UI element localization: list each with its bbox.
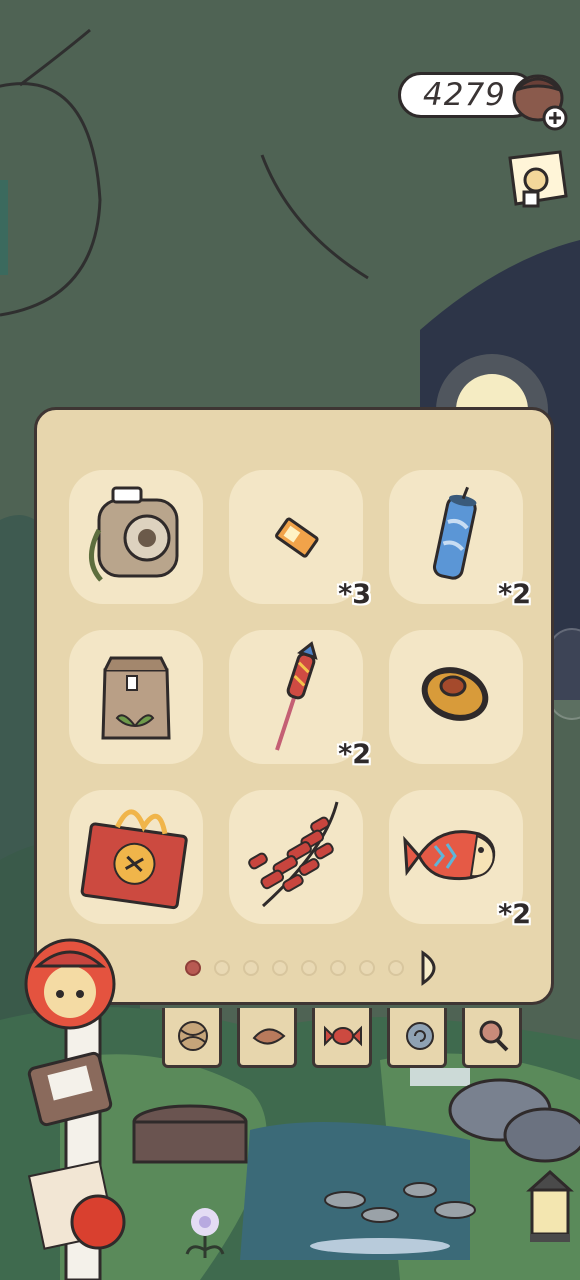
tab-leaf[interactable]: [237, 1008, 297, 1068]
straw-hat-icon: [421, 667, 489, 721]
page-dot-8[interactable]: [388, 960, 404, 976]
inventory-slot-camera[interactable]: [69, 470, 203, 604]
acorn-icon[interactable]: [508, 62, 572, 132]
item-quantity: *3: [338, 579, 371, 610]
item-quantity: *2: [498, 899, 531, 930]
paper-bag-icon: [101, 656, 171, 740]
game-scene: 4279 *3 *2 *2 *2: [0, 0, 580, 1280]
page-dot-5[interactable]: [301, 960, 317, 976]
page-dot-7[interactable]: [359, 960, 375, 976]
item-quantity: *2: [338, 739, 371, 770]
gift-bag-icon: [80, 809, 188, 910]
instant-camera-icon: [89, 486, 179, 582]
yarn-icon: [178, 1021, 208, 1051]
photo-album-icon[interactable]: [500, 148, 572, 214]
magnifier-icon: [479, 1020, 509, 1052]
inventory-slot-gift-bag[interactable]: [69, 790, 203, 924]
page-dot-1[interactable]: [185, 960, 201, 976]
tab-search[interactable]: [462, 1008, 522, 1068]
acorn-count: 4279: [423, 77, 506, 113]
inventory-slot-hat[interactable]: [389, 630, 523, 764]
tab-candy[interactable]: [312, 1008, 372, 1068]
inventory-panel: *3 *2 *2 *2: [34, 407, 554, 1005]
snail-shell-icon: [406, 1022, 434, 1050]
inventory-slot-ticket[interactable]: *3: [229, 470, 371, 610]
page-dot-2[interactable]: [214, 960, 230, 976]
next-page-arrow-icon[interactable]: [419, 950, 447, 986]
page-dot-3[interactable]: [243, 960, 259, 976]
firecracker-string-icon: [248, 801, 339, 908]
leaf-icon: [252, 1028, 286, 1045]
inventory-slot-fish[interactable]: *2: [389, 790, 531, 930]
candy-icon: [324, 1025, 362, 1047]
lantern-icon[interactable]: [520, 1160, 580, 1250]
recipe-card-button[interactable]: [30, 1160, 130, 1260]
inventory-slot-firecracker-string[interactable]: [229, 790, 363, 924]
page-dot-6[interactable]: [330, 960, 346, 976]
journal-button[interactable]: [30, 1050, 110, 1130]
page-dot-4[interactable]: [272, 960, 288, 976]
character-avatar-button[interactable]: [20, 935, 120, 1035]
inventory-slot-paper-bag[interactable]: [69, 630, 203, 764]
inventory-slot-rocket[interactable]: *2: [229, 630, 371, 770]
inventory-slot-firecracker[interactable]: *2: [389, 470, 531, 610]
tab-yarn[interactable]: [162, 1008, 222, 1068]
tab-snail-shell[interactable]: [387, 1008, 447, 1068]
item-quantity: *2: [498, 579, 531, 610]
